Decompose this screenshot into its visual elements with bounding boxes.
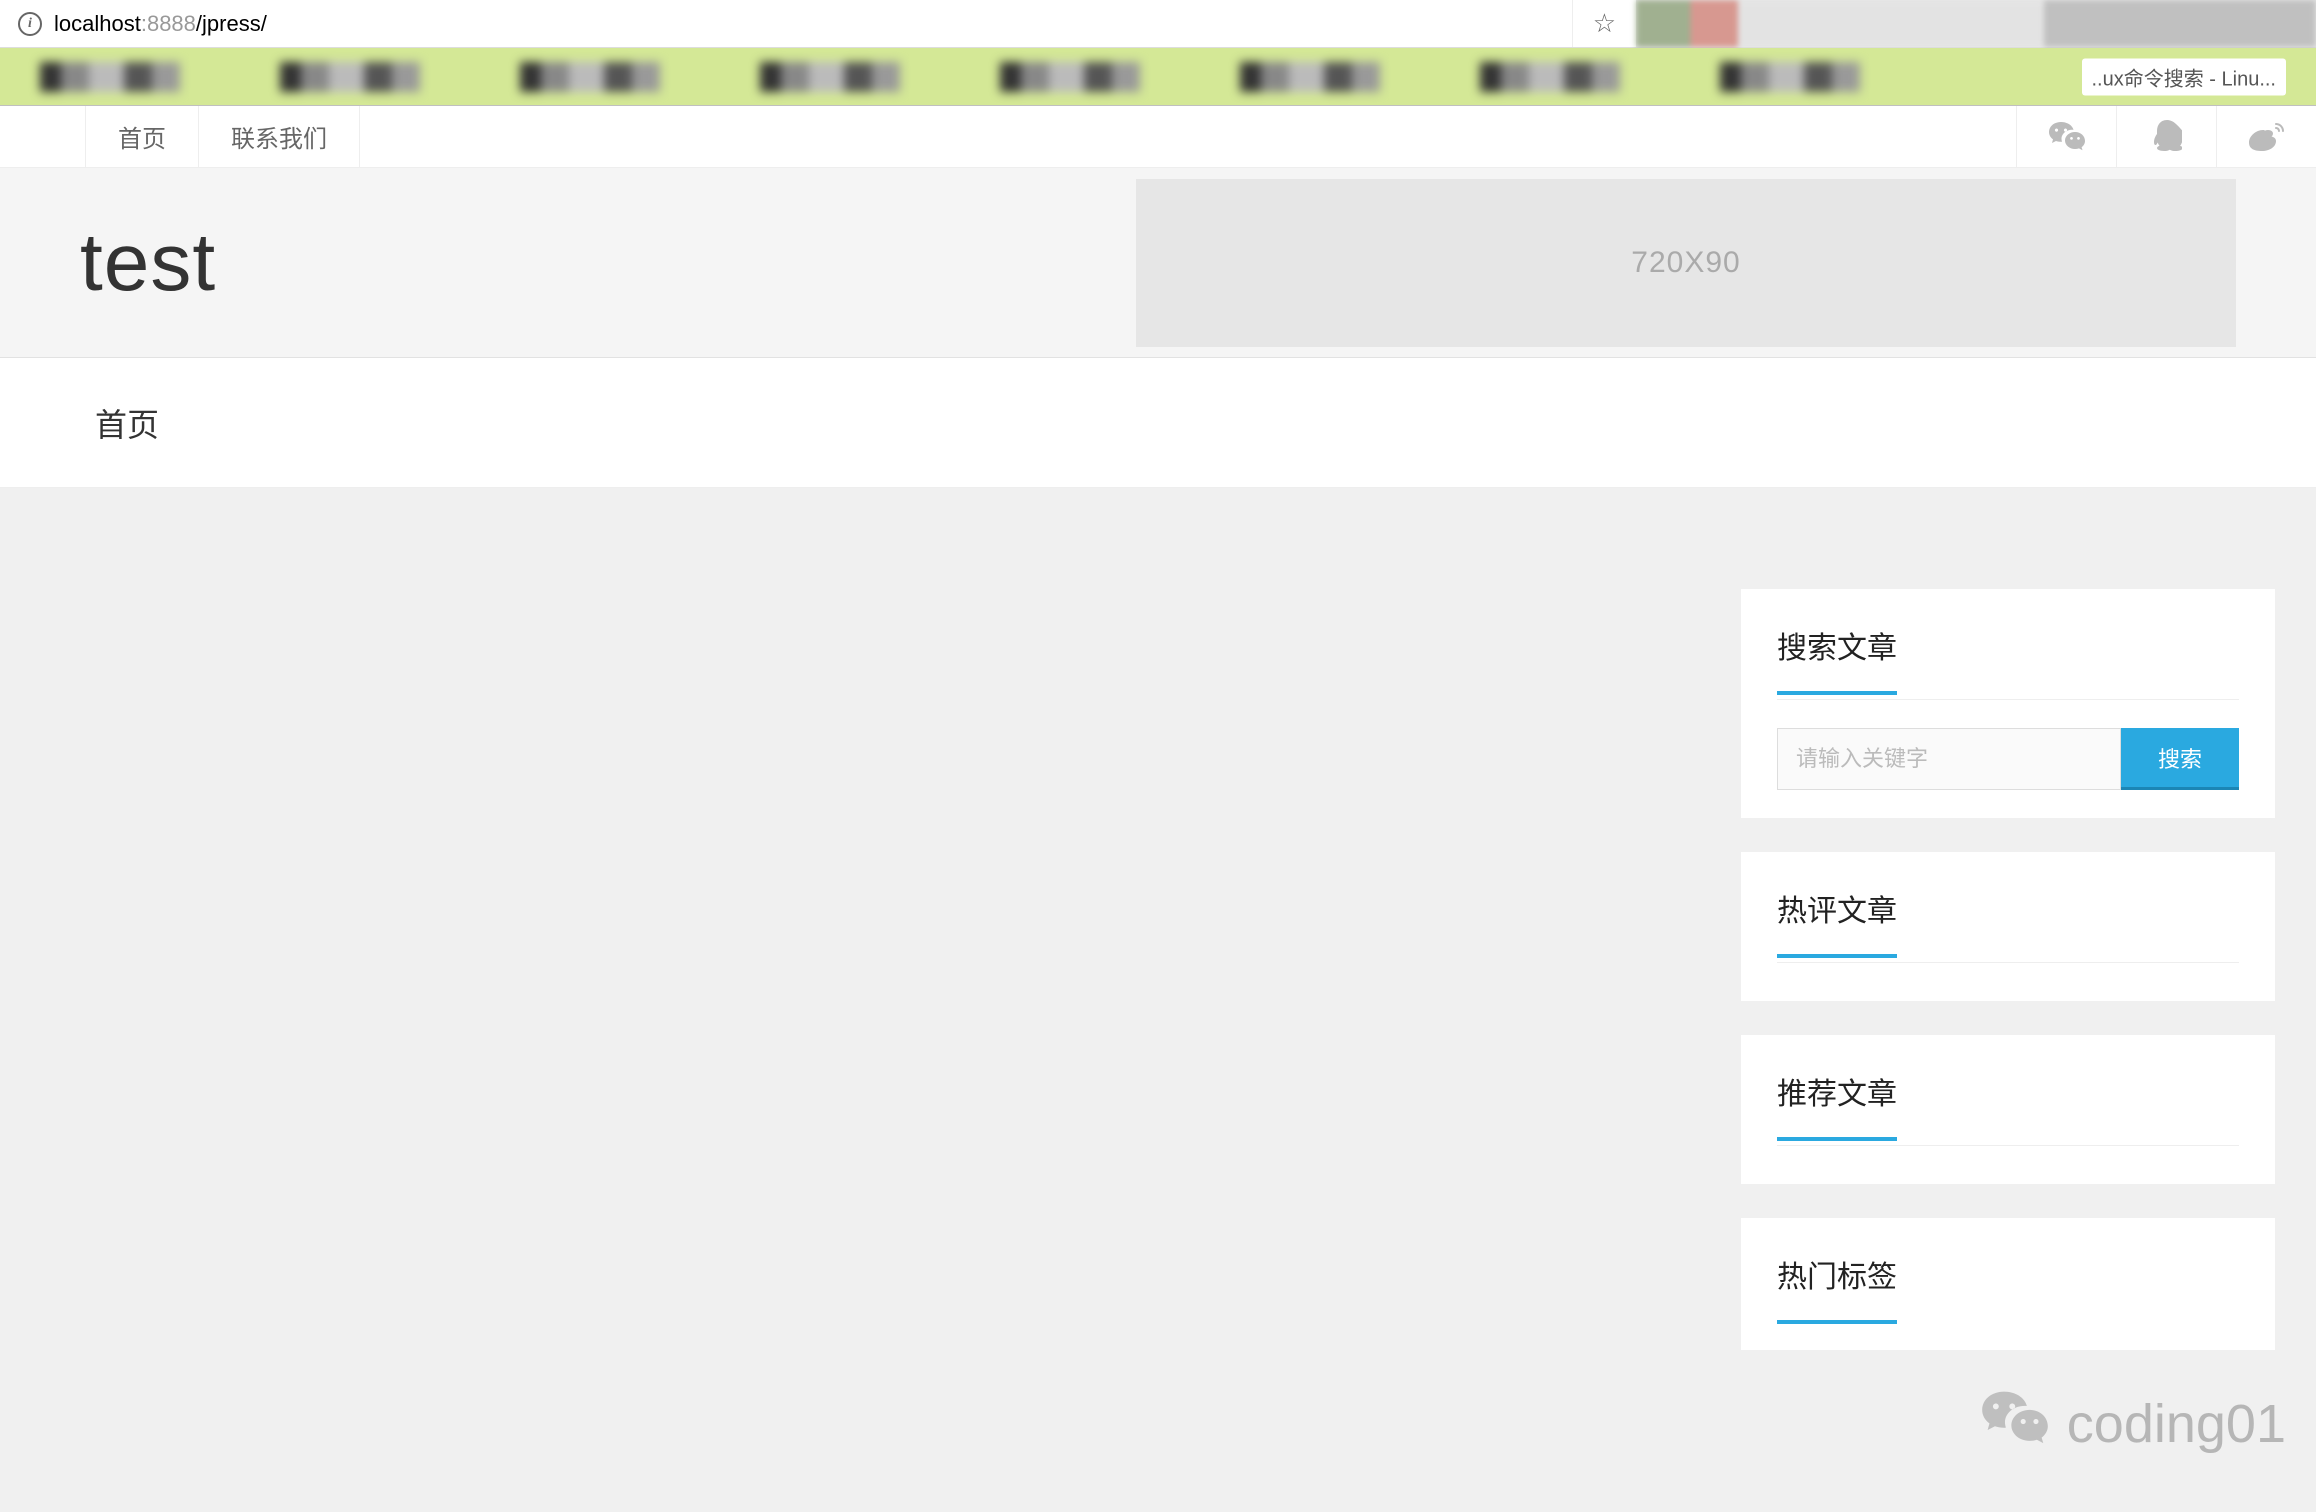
weibo-icon	[2248, 121, 2286, 153]
widget-underline	[1777, 1320, 1897, 1324]
widget-divider	[1777, 1145, 2239, 1146]
url-host: localhost	[54, 11, 141, 37]
social-wechat[interactable]	[2016, 106, 2116, 167]
site-info-icon[interactable]: i	[18, 12, 42, 36]
widget-recommended: 推荐文章	[1740, 1034, 2276, 1185]
widget-title: 推荐文章	[1777, 1069, 2239, 1113]
main-content	[40, 588, 1700, 1512]
header-band: test 720X90	[0, 168, 2316, 358]
bookmark-item[interactable]: ..ux命令搜索 - Linu...	[2082, 58, 2287, 95]
nav-item-home[interactable]: 首页	[85, 106, 199, 167]
widget-underline	[1777, 691, 1897, 695]
social-weibo[interactable]	[2216, 106, 2316, 167]
top-nav: 首页 联系我们	[0, 106, 2316, 168]
widget-search: 搜索文章 搜索	[1740, 588, 2276, 819]
site-title: test	[80, 216, 216, 310]
wechat-icon	[2048, 120, 2086, 154]
search-button[interactable]: 搜索	[2121, 728, 2239, 790]
widget-underline	[1777, 954, 1897, 958]
breadcrumb-bar: 首页	[0, 358, 2316, 488]
page-body: 搜索文章 搜索 热评文章 推荐文章 热门标签	[0, 488, 2316, 1512]
extensions-area	[1636, 0, 2316, 47]
url-bar[interactable]: i localhost:8888/jpress/	[0, 0, 1573, 47]
url-port: :8888	[141, 11, 196, 37]
widget-title: 热评文章	[1777, 886, 2239, 930]
widget-hot-tags: 热门标签	[1740, 1217, 2276, 1351]
breadcrumb-home[interactable]: 首页	[95, 400, 159, 446]
nav-item-contact[interactable]: 联系我们	[199, 106, 360, 167]
widget-divider	[1777, 962, 2239, 963]
social-qq[interactable]	[2116, 106, 2216, 167]
ad-banner[interactable]: 720X90	[1136, 179, 2236, 347]
widget-hot-comments: 热评文章	[1740, 851, 2276, 1002]
bookmarks-bar: ..ux命令搜索 - Linu...	[0, 48, 2316, 106]
bookmark-star-icon[interactable]: ☆	[1593, 8, 1616, 39]
qq-icon	[2152, 119, 2182, 155]
search-input[interactable]	[1777, 728, 2121, 790]
widget-title: 热门标签	[1777, 1252, 2239, 1296]
url-path: /jpress/	[196, 11, 267, 37]
widget-title: 搜索文章	[1777, 623, 2239, 667]
widget-underline	[1777, 1137, 1897, 1141]
sidebar: 搜索文章 搜索 热评文章 推荐文章 热门标签	[1740, 588, 2276, 1512]
widget-divider	[1777, 699, 2239, 700]
browser-chrome: i localhost:8888/jpress/ ☆	[0, 0, 2316, 48]
